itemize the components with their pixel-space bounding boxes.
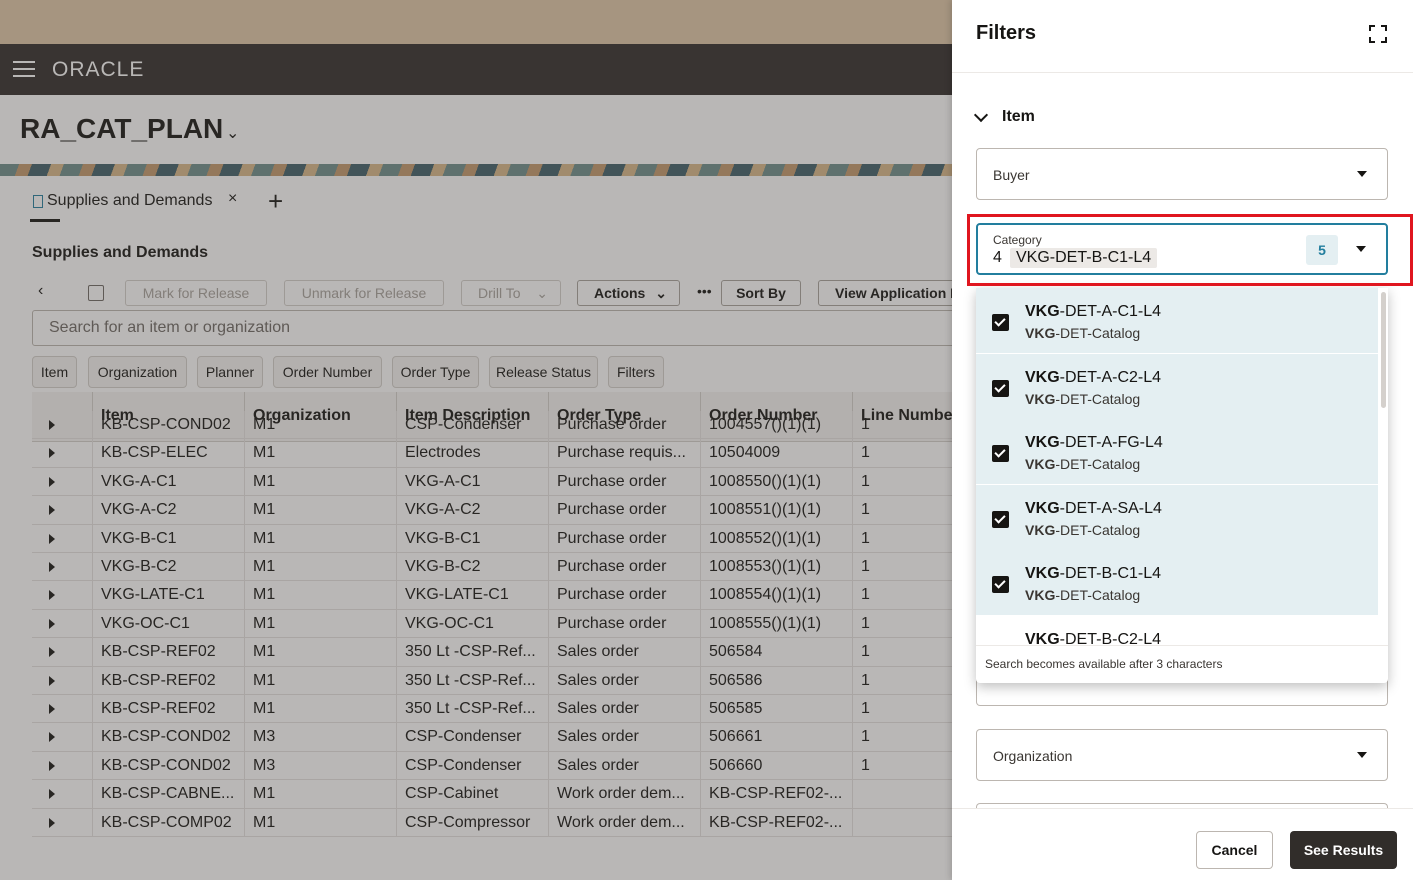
option-subtitle-rest: -DET-Catalog <box>1055 325 1141 341</box>
option-subtitle-match: VKG <box>1025 587 1056 604</box>
option-subtitle: VKG-DET-Catalog <box>1025 391 1140 407</box>
category-option[interactable]: VKG-DET-B-C1-L4 VKG-DET-Catalog <box>976 550 1378 616</box>
drawer-footer: Cancel See Results <box>952 808 1413 880</box>
option-title-rest: -DET-A-FG-L4 <box>1059 434 1163 452</box>
category-option[interactable]: VKG-DET-A-FG-L4 VKG-DET-Catalog <box>976 419 1378 485</box>
checkbox-checked-icon[interactable] <box>992 576 1009 594</box>
option-subtitle: VKG-DET-Catalog <box>1025 522 1140 538</box>
category-options-list: VKG-DET-A-C1-L4 VKG-DET-Catalog VKG-DET-A-… <box>976 288 1378 645</box>
option-subtitle-match: VKG <box>1025 390 1056 407</box>
checkbox-checked-icon[interactable] <box>992 445 1009 463</box>
expand-icon[interactable] <box>1369 25 1387 43</box>
cancel-button[interactable]: Cancel <box>1196 831 1273 869</box>
option-title-match: VKG <box>1025 631 1060 645</box>
highlight-annotation <box>967 214 1413 286</box>
checkbox-checked-icon[interactable] <box>992 379 1009 397</box>
category-option[interactable]: VKG-DET-A-SA-L4 VKG-DET-Catalog <box>976 484 1378 550</box>
category-option[interactable]: VKG-DET-A-C1-L4 VKG-DET-Catalog <box>976 288 1378 353</box>
option-title-rest: -DET-A-SA-L4 <box>1059 499 1162 517</box>
option-title: VKG-DET-A-C1-L4 <box>1025 303 1161 321</box>
scrollbar[interactable] <box>1381 292 1386 408</box>
option-subtitle-rest: -DET-Catalog <box>1055 587 1141 604</box>
buyer-select[interactable]: Buyer <box>976 148 1388 200</box>
option-title: VKG-DET-B-C2-L4 <box>1025 631 1161 645</box>
checkbox-checked-icon[interactable] <box>992 510 1009 528</box>
option-subtitle: VKG-DET-Catalog <box>1025 325 1140 341</box>
modal-scrim[interactable] <box>0 0 952 880</box>
option-subtitle: VKG-DET-Catalog <box>1025 456 1140 472</box>
option-title-match: VKG <box>1025 499 1060 517</box>
option-title: VKG-DET-B-C1-L4 <box>1025 565 1161 583</box>
category-option[interactable]: VKG-DET-B-C2-L4 <box>976 616 1378 645</box>
option-subtitle-match: VKG <box>1025 325 1056 341</box>
organization-label: Organization <box>993 748 1073 764</box>
checkbox-checked-icon[interactable] <box>992 314 1009 331</box>
category-dropdown: VKG-DET-A-C1-L4 VKG-DET-Catalog VKG-DET-A-… <box>976 288 1388 683</box>
drawer-title: Filters <box>976 22 1037 44</box>
option-title-rest: -DET-B-C2-L4 <box>1059 631 1162 645</box>
option-title: VKG-DET-A-SA-L4 <box>1025 500 1162 518</box>
option-title-rest: -DET-B-C1-L4 <box>1059 565 1162 583</box>
caret-down-icon <box>1357 752 1367 758</box>
option-title-rest: -DET-A-C2-L4 <box>1059 368 1162 386</box>
caret-down-icon <box>1357 171 1367 177</box>
option-title-match: VKG <box>1025 565 1060 583</box>
option-title-match: VKG <box>1025 303 1060 320</box>
divider <box>952 72 1413 73</box>
option-title: VKG-DET-A-C2-L4 <box>1025 369 1161 387</box>
option-title-rest: -DET-A-C1-L4 <box>1059 303 1162 320</box>
buyer-label: Buyer <box>993 167 1030 183</box>
option-title-match: VKG <box>1025 368 1060 386</box>
chevron-down-icon[interactable] <box>973 107 989 123</box>
search-hint: Search becomes available after 3 charact… <box>976 645 1388 683</box>
option-title-match: VKG <box>1025 434 1060 452</box>
option-subtitle-rest: -DET-Catalog <box>1055 456 1141 473</box>
option-title: VKG-DET-A-FG-L4 <box>1025 434 1163 452</box>
see-results-button[interactable]: See Results <box>1290 831 1397 869</box>
application-background: ORACLE RA_CAT_PLAN ⌄ Supplies and Demand… <box>0 0 952 880</box>
category-option[interactable]: VKG-DET-A-C2-L4 VKG-DET-Catalog <box>976 353 1378 419</box>
option-subtitle-rest: -DET-Catalog <box>1055 521 1141 538</box>
option-subtitle-match: VKG <box>1025 521 1056 538</box>
option-subtitle-match: VKG <box>1025 456 1056 473</box>
option-subtitle: VKG-DET-Catalog <box>1025 587 1140 603</box>
filters-drawer: Filters Item Buyer Category 4 VKG-DET-B-… <box>952 0 1413 880</box>
item-section-header[interactable]: Item <box>1002 108 1035 126</box>
organization-select[interactable]: Organization <box>976 729 1388 781</box>
option-subtitle-rest: -DET-Catalog <box>1055 390 1141 407</box>
